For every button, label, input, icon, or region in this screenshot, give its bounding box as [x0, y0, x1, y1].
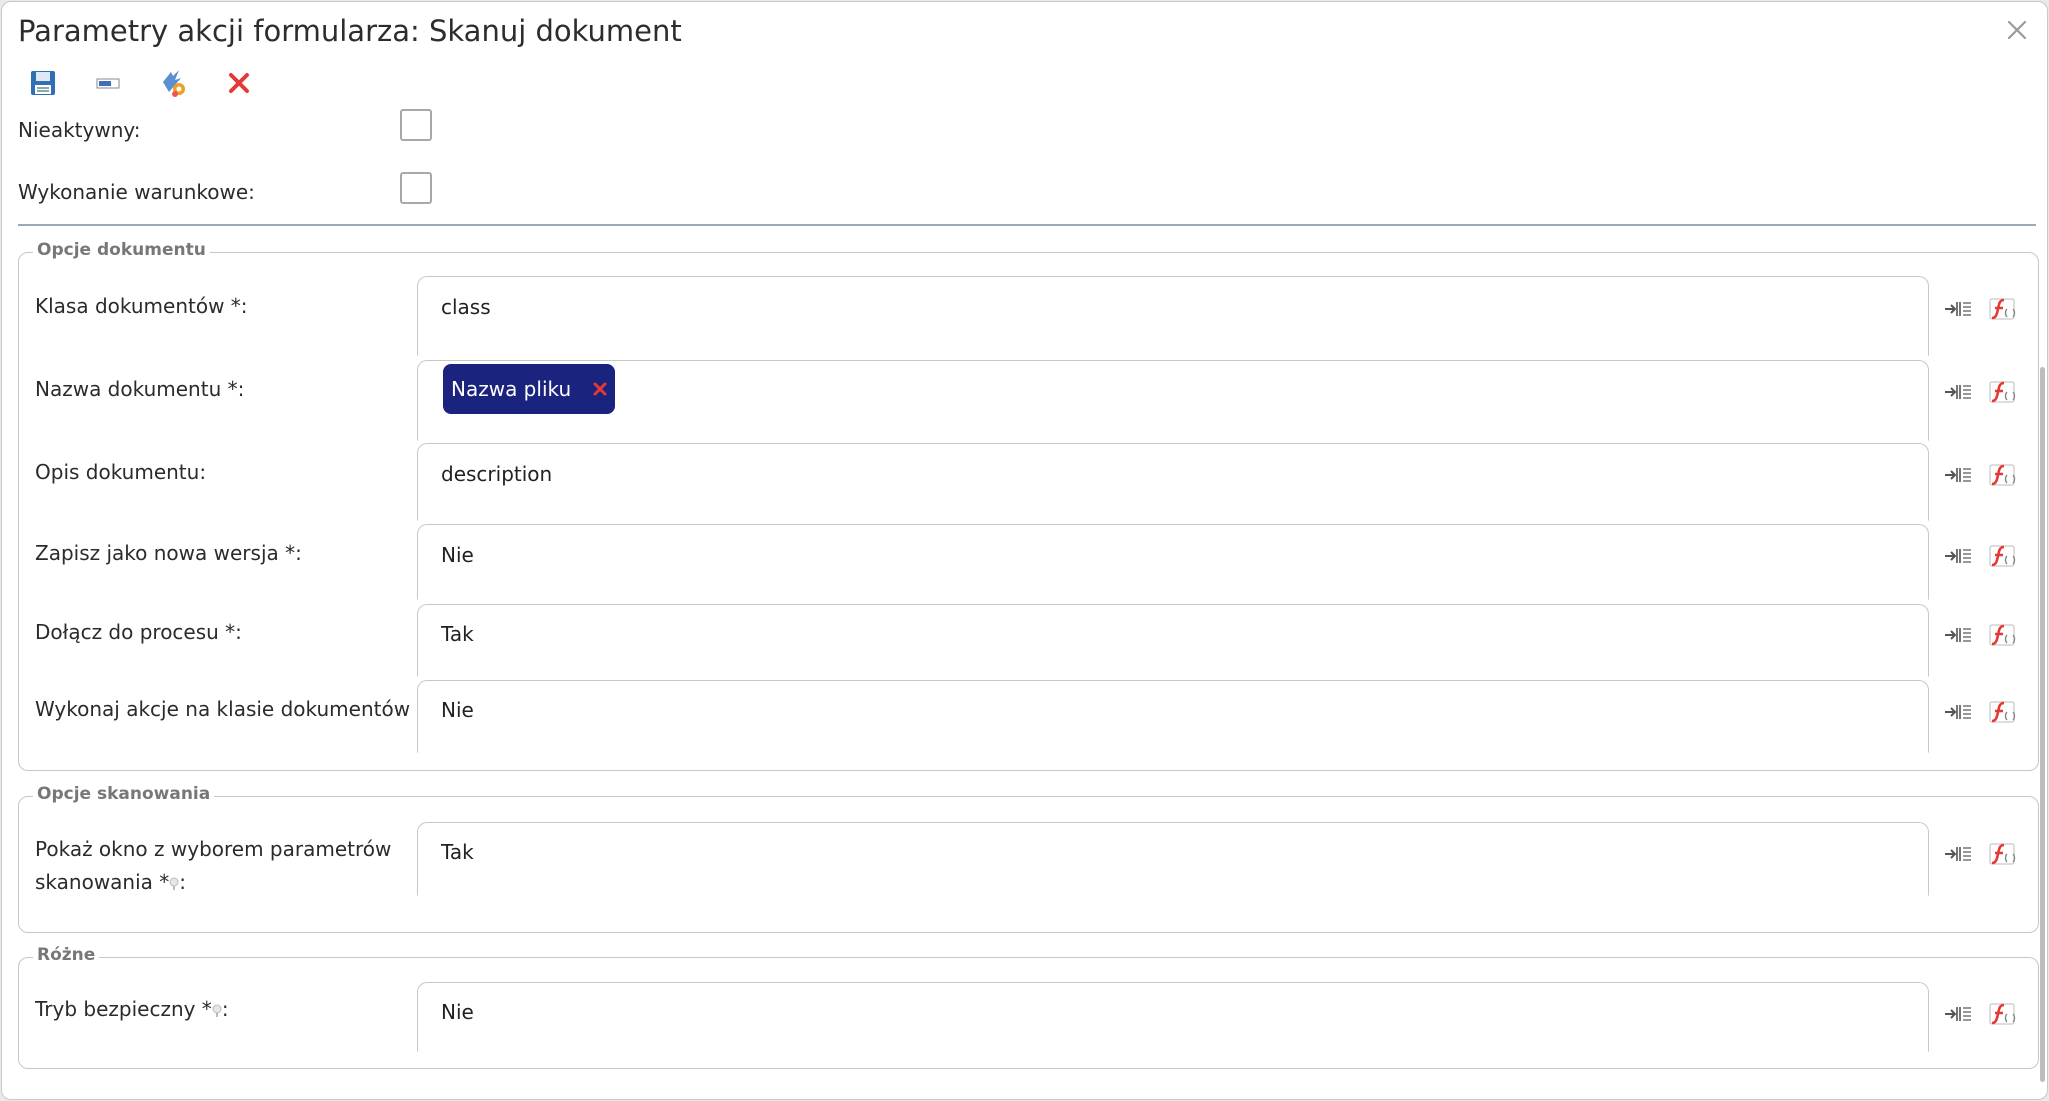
function-icon[interactable]	[1989, 842, 2019, 866]
document-options-legend: Opcje dokumentu	[33, 240, 210, 260]
hint-icon[interactable]	[212, 1004, 222, 1018]
misc-legend: Różne	[33, 945, 100, 965]
document-description-field[interactable]: description	[417, 443, 1929, 521]
execute-on-document-class-field[interactable]: Nie	[417, 680, 1929, 753]
function-icon[interactable]	[1989, 1002, 2019, 1026]
form-field-icon[interactable]	[93, 68, 123, 98]
inactive-checkbox[interactable]	[400, 109, 432, 141]
insert-variable-icon[interactable]	[1943, 842, 1973, 866]
inactive-label: Nieaktywny:	[18, 118, 141, 142]
safe-mode-field[interactable]: Nie	[417, 982, 1929, 1052]
function-icon[interactable]	[1989, 544, 2019, 568]
document-name-field[interactable]: Nazwa pliku	[417, 360, 1929, 441]
document-class-field[interactable]: class	[417, 276, 1929, 356]
save-icon[interactable]	[28, 68, 58, 98]
function-icon[interactable]	[1989, 623, 2019, 647]
save-as-new-version-value: Nie	[441, 543, 474, 567]
document-name-label: Nazwa dokumentu *:	[35, 377, 245, 401]
separator	[18, 224, 2036, 226]
hint-icon[interactable]	[169, 877, 179, 891]
show-scan-parameters-field[interactable]: Tak	[417, 822, 1929, 896]
scan-options-section: Opcje skanowania Pokaż okno z wyborem pa…	[18, 784, 2039, 933]
document-class-label: Klasa dokumentów *:	[35, 294, 248, 318]
function-icon[interactable]	[1989, 463, 2019, 487]
document-description-value: description	[441, 462, 553, 486]
execute-on-document-class-label: Wykonaj akcje na klasie dokumentów *:	[35, 697, 434, 721]
save-as-new-version-label: Zapisz jako nowa wersja *:	[35, 541, 302, 565]
insert-variable-icon[interactable]	[1943, 463, 1973, 487]
scrollbar[interactable]	[2040, 367, 2045, 1082]
scan-options-legend: Opcje skanowania	[33, 784, 215, 804]
settings-variables-icon[interactable]	[159, 68, 189, 98]
document-description-label: Opis dokumentu:	[35, 460, 207, 484]
attach-to-process-field[interactable]: Tak	[417, 604, 1929, 677]
safe-mode-value: Nie	[441, 1000, 474, 1024]
insert-variable-icon[interactable]	[1943, 700, 1973, 724]
execute-on-document-class-value: Nie	[441, 698, 474, 722]
function-icon[interactable]	[1989, 380, 2019, 404]
show-scan-parameters-value: Tak	[441, 840, 474, 864]
insert-variable-icon[interactable]	[1943, 544, 1973, 568]
conditional-execution-label: Wykonanie warunkowe:	[18, 180, 255, 204]
insert-variable-icon[interactable]	[1943, 1002, 1973, 1026]
file-name-tag-label: Nazwa pliku	[451, 377, 572, 401]
show-scan-parameters-label: Pokaż okno z wyborem parametrów skanowan…	[35, 837, 392, 894]
misc-section: Różne Tryb bezpieczny *: Nie	[18, 945, 2039, 1069]
function-icon[interactable]	[1989, 700, 2019, 724]
remove-tag-icon[interactable]	[591, 380, 609, 398]
file-name-tag[interactable]: Nazwa pliku	[443, 364, 616, 414]
attach-to-process-value: Tak	[441, 622, 474, 646]
insert-variable-icon[interactable]	[1943, 297, 1973, 321]
conditional-execution-checkbox[interactable]	[400, 172, 432, 204]
delete-icon[interactable]	[224, 68, 254, 98]
insert-variable-icon[interactable]	[1943, 380, 1973, 404]
attach-to-process-label: Dołącz do procesu *:	[35, 620, 242, 644]
safe-mode-label: Tryb bezpieczny *:	[35, 997, 229, 1021]
save-as-new-version-field[interactable]: Nie	[417, 524, 1929, 600]
document-class-value: class	[441, 295, 491, 319]
dialog: Parametry akcji formularza: Skanuj dokum…	[1, 1, 2048, 1100]
close-icon[interactable]	[2003, 16, 2031, 44]
document-options-section: Opcje dokumentu Klasa dokumentów *: clas…	[18, 240, 2039, 771]
insert-variable-icon[interactable]	[1943, 623, 1973, 647]
dialog-title: Parametry akcji formularza: Skanuj dokum…	[18, 14, 682, 48]
function-icon[interactable]	[1989, 297, 2019, 321]
